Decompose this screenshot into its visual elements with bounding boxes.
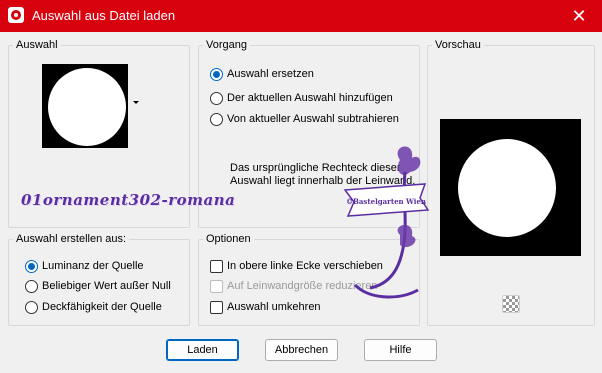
checkbox-label: Auswahl umkehren bbox=[227, 301, 321, 313]
title-bar: Auswahl aus Datei laden ✕ bbox=[0, 0, 602, 32]
vorschau-group-label: Vorschau bbox=[432, 38, 484, 52]
optionen-group-label: Optionen bbox=[203, 232, 254, 246]
radio-beliebiger-wert[interactable]: Beliebiger Wert außer Null bbox=[25, 278, 171, 294]
preview-image bbox=[440, 119, 581, 256]
radio-label: Luminanz der Quelle bbox=[42, 260, 144, 272]
laden-button[interactable]: Laden bbox=[166, 339, 239, 361]
radio-deckfaehigkeit[interactable]: Deckfähigkeit der Quelle bbox=[25, 299, 162, 315]
radio-button[interactable] bbox=[210, 67, 223, 81]
checkbox[interactable] bbox=[210, 300, 223, 314]
auswahl-erstellen-group-label: Auswahl erstellen aus: bbox=[13, 232, 130, 246]
radio-button[interactable] bbox=[25, 259, 38, 273]
thumbnail-circle bbox=[48, 68, 126, 146]
watermark-ornament: ©Bastelgarten Wien bbox=[343, 146, 430, 299]
radio-button[interactable] bbox=[25, 279, 38, 293]
radio-label: Der aktuellen Auswahl hinzufügen bbox=[227, 92, 393, 104]
transparency-checker-icon[interactable] bbox=[502, 295, 520, 313]
radio-luminanz[interactable]: Luminanz der Quelle bbox=[25, 258, 144, 274]
radio-label: Von aktueller Auswahl subtrahieren bbox=[227, 113, 399, 125]
radio-button[interactable] bbox=[210, 112, 223, 126]
hilfe-button[interactable]: Hilfe bbox=[364, 339, 437, 361]
watermark-text: 01ornament302-romana bbox=[21, 191, 236, 209]
app-icon bbox=[8, 7, 24, 23]
abbrechen-button[interactable]: Abbrechen bbox=[265, 339, 338, 361]
stamp-text: ©Bastelgarten Wien bbox=[346, 197, 426, 206]
chevron-down-icon[interactable] bbox=[133, 101, 139, 104]
check-auswahl-umkehren[interactable]: Auswahl umkehren bbox=[210, 299, 321, 315]
close-icon: ✕ bbox=[571, 5, 587, 26]
radio-label: Auswahl ersetzen bbox=[227, 68, 314, 80]
radio-button[interactable] bbox=[210, 91, 223, 105]
close-button[interactable]: ✕ bbox=[556, 0, 602, 32]
checkbox bbox=[210, 279, 223, 293]
radio-label: Beliebiger Wert außer Null bbox=[42, 280, 171, 292]
checkbox[interactable] bbox=[210, 259, 223, 273]
radio-auswahl-hinzufuegen[interactable]: Der aktuellen Auswahl hinzufügen bbox=[210, 90, 393, 106]
vorgang-group-label: Vorgang bbox=[203, 38, 250, 52]
radio-label: Deckfähigkeit der Quelle bbox=[42, 301, 162, 313]
selection-thumbnail[interactable] bbox=[42, 64, 128, 148]
radio-button[interactable] bbox=[25, 300, 38, 314]
auswahl-group-label: Auswahl bbox=[13, 38, 61, 52]
radio-auswahl-ersetzen[interactable]: Auswahl ersetzen bbox=[210, 66, 314, 82]
radio-auswahl-subtrahieren[interactable]: Von aktueller Auswahl subtrahieren bbox=[210, 111, 399, 127]
preview-circle bbox=[458, 139, 556, 237]
window-title: Auswahl aus Datei laden bbox=[32, 8, 176, 23]
